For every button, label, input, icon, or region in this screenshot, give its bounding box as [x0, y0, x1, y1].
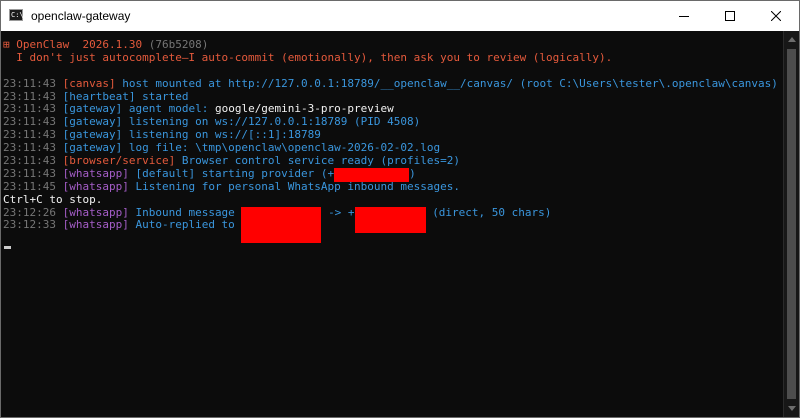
- close-icon: [771, 11, 781, 21]
- text-cursor: [4, 246, 11, 249]
- log-time: 23:11:43: [3, 128, 56, 142]
- arrow-separator: -> +: [328, 205, 355, 219]
- scrollbar-thumb[interactable]: [787, 49, 796, 399]
- log-message: listening on ws://127.0.0.1:18789 (PID 4…: [128, 115, 421, 129]
- log-tag: [canvas]: [62, 76, 116, 90]
- log-tag: [gateway]: [62, 128, 123, 142]
- banner-tagline-line: I don't just autocomplete—I auto-commit …: [3, 50, 778, 65]
- log-tag: [whatsapp]: [62, 218, 129, 232]
- log-time: 23:12:33: [3, 218, 56, 232]
- log-time: 23:11:45: [3, 179, 56, 193]
- maximize-button[interactable]: [707, 1, 753, 31]
- log-message: Auto-replied to: [135, 218, 235, 232]
- log-message: log file: \tmp\openclaw\openclaw-2026-02…: [128, 141, 441, 155]
- log-time: 23:12:26: [3, 205, 56, 219]
- log-tag: [whatsapp]: [62, 166, 129, 180]
- log-tag: [gateway]: [62, 102, 123, 116]
- close-button[interactable]: [753, 1, 799, 31]
- log-message-suffix: (direct, 50 chars): [432, 205, 552, 219]
- log-time: 23:11:43: [3, 166, 56, 180]
- log-tag: [gateway]: [62, 141, 123, 155]
- log-message: Listening for personal WhatsApp inbound …: [135, 179, 460, 193]
- title-bar[interactable]: C:\ openclaw-gateway: [1, 1, 799, 31]
- log-time: 23:11:43: [3, 102, 56, 116]
- log-time: 23:11:43: [3, 76, 56, 90]
- maximize-icon: [725, 11, 735, 21]
- log-tag: [gateway]: [62, 115, 123, 129]
- log-time: 23:11:43: [3, 89, 56, 103]
- openclaw-logo-icon: ⊞: [3, 38, 10, 51]
- log-message-suffix: ): [409, 166, 416, 180]
- log-message: agent model:: [128, 102, 209, 116]
- app-name: OpenClaw: [16, 38, 70, 51]
- terminal-window: C:\ openclaw-gateway ⊞ OpenClaw 2026.1.3…: [0, 0, 800, 418]
- minimize-button[interactable]: [661, 1, 707, 31]
- agent-model: google/gemini-3-pro-preview: [214, 102, 394, 116]
- log-tag: [heartbeat]: [62, 89, 136, 103]
- log-time: 23:11:43: [3, 115, 56, 129]
- log-message: listening on ws://[::1]:18789: [128, 128, 321, 142]
- log-tag: [whatsapp]: [62, 205, 129, 219]
- terminal-output[interactable]: ⊞ OpenClaw 2026.1.30 (76b5208) I don't j…: [1, 31, 783, 417]
- log-tag: [browser/service]: [62, 154, 176, 168]
- log-message: [default] starting provider (+: [135, 166, 335, 180]
- scroll-down-icon[interactable]: [788, 406, 796, 411]
- app-version: 2026.1.30: [82, 38, 143, 51]
- log-message: host mounted at http://127.0.0.1:18789/_…: [122, 76, 778, 90]
- log-line: 23:11:45 [whatsapp] Listening for person…: [3, 179, 778, 194]
- log-time: 23:11:43: [3, 154, 56, 168]
- tagline: I don't just autocomplete—I auto-commit …: [16, 50, 613, 64]
- log-time: 23:11:43: [3, 141, 56, 155]
- scroll-up-icon[interactable]: [788, 37, 796, 42]
- redacted-reply-number: [241, 219, 322, 244]
- minimize-icon: [679, 16, 689, 17]
- commit-hash: (76b5208): [148, 38, 209, 51]
- vertical-scrollbar[interactable]: [783, 31, 799, 417]
- log-message: started: [142, 89, 189, 103]
- redacted-recipient-number: [354, 206, 426, 233]
- log-message: Inbound message: [135, 205, 235, 219]
- log-tag: [whatsapp]: [62, 179, 129, 193]
- window-title: openclaw-gateway: [31, 9, 131, 23]
- log-message: Browser control service ready (profiles=…: [181, 154, 460, 168]
- console-app-icon: C:\: [9, 9, 24, 21]
